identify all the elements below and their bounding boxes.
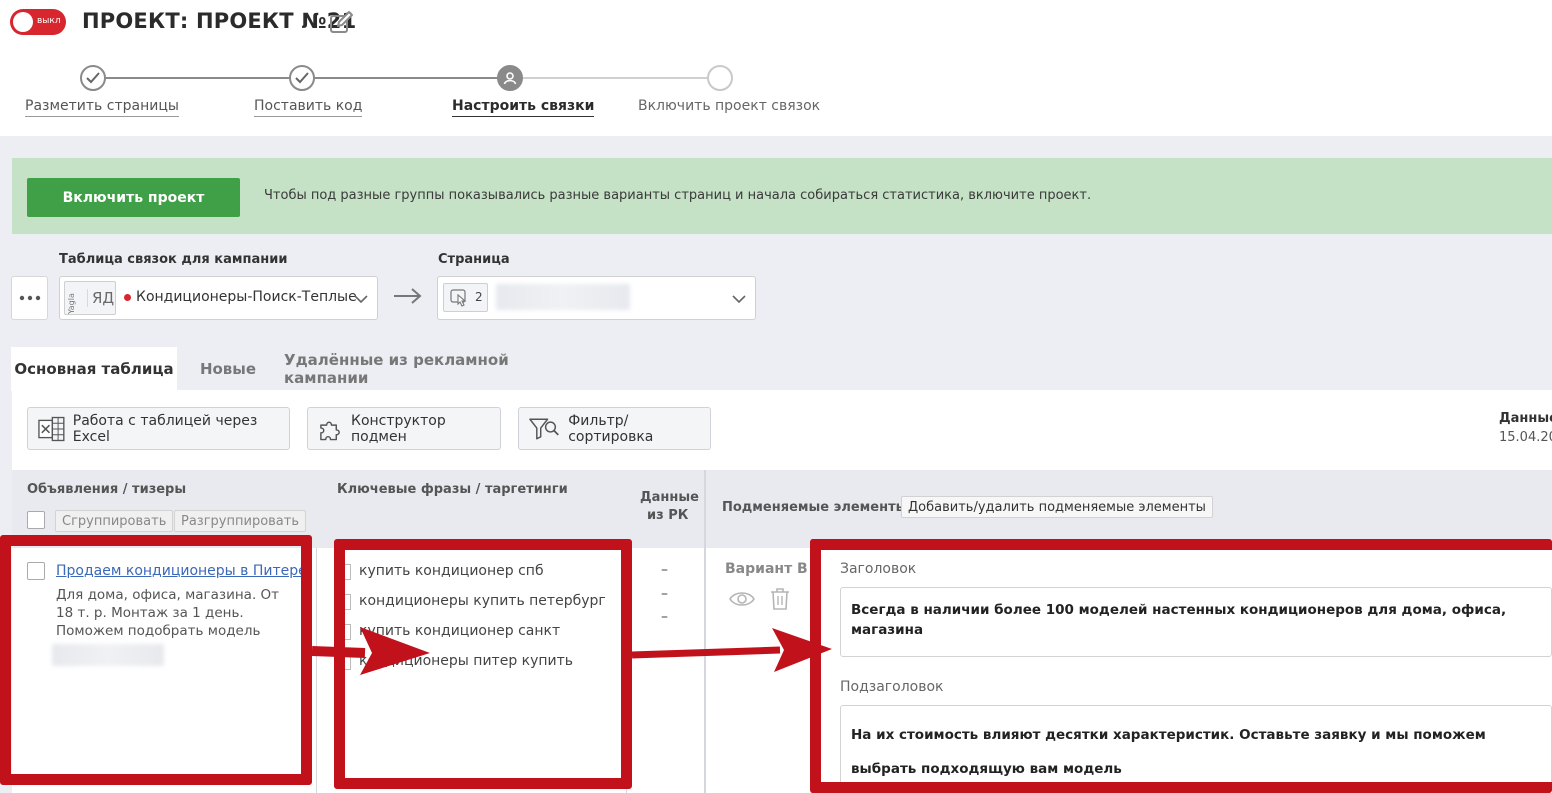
annotation-arrows [311, 627, 832, 675]
annotation-arrow-head [772, 628, 832, 672]
annotation-arrow-head [360, 627, 430, 675]
